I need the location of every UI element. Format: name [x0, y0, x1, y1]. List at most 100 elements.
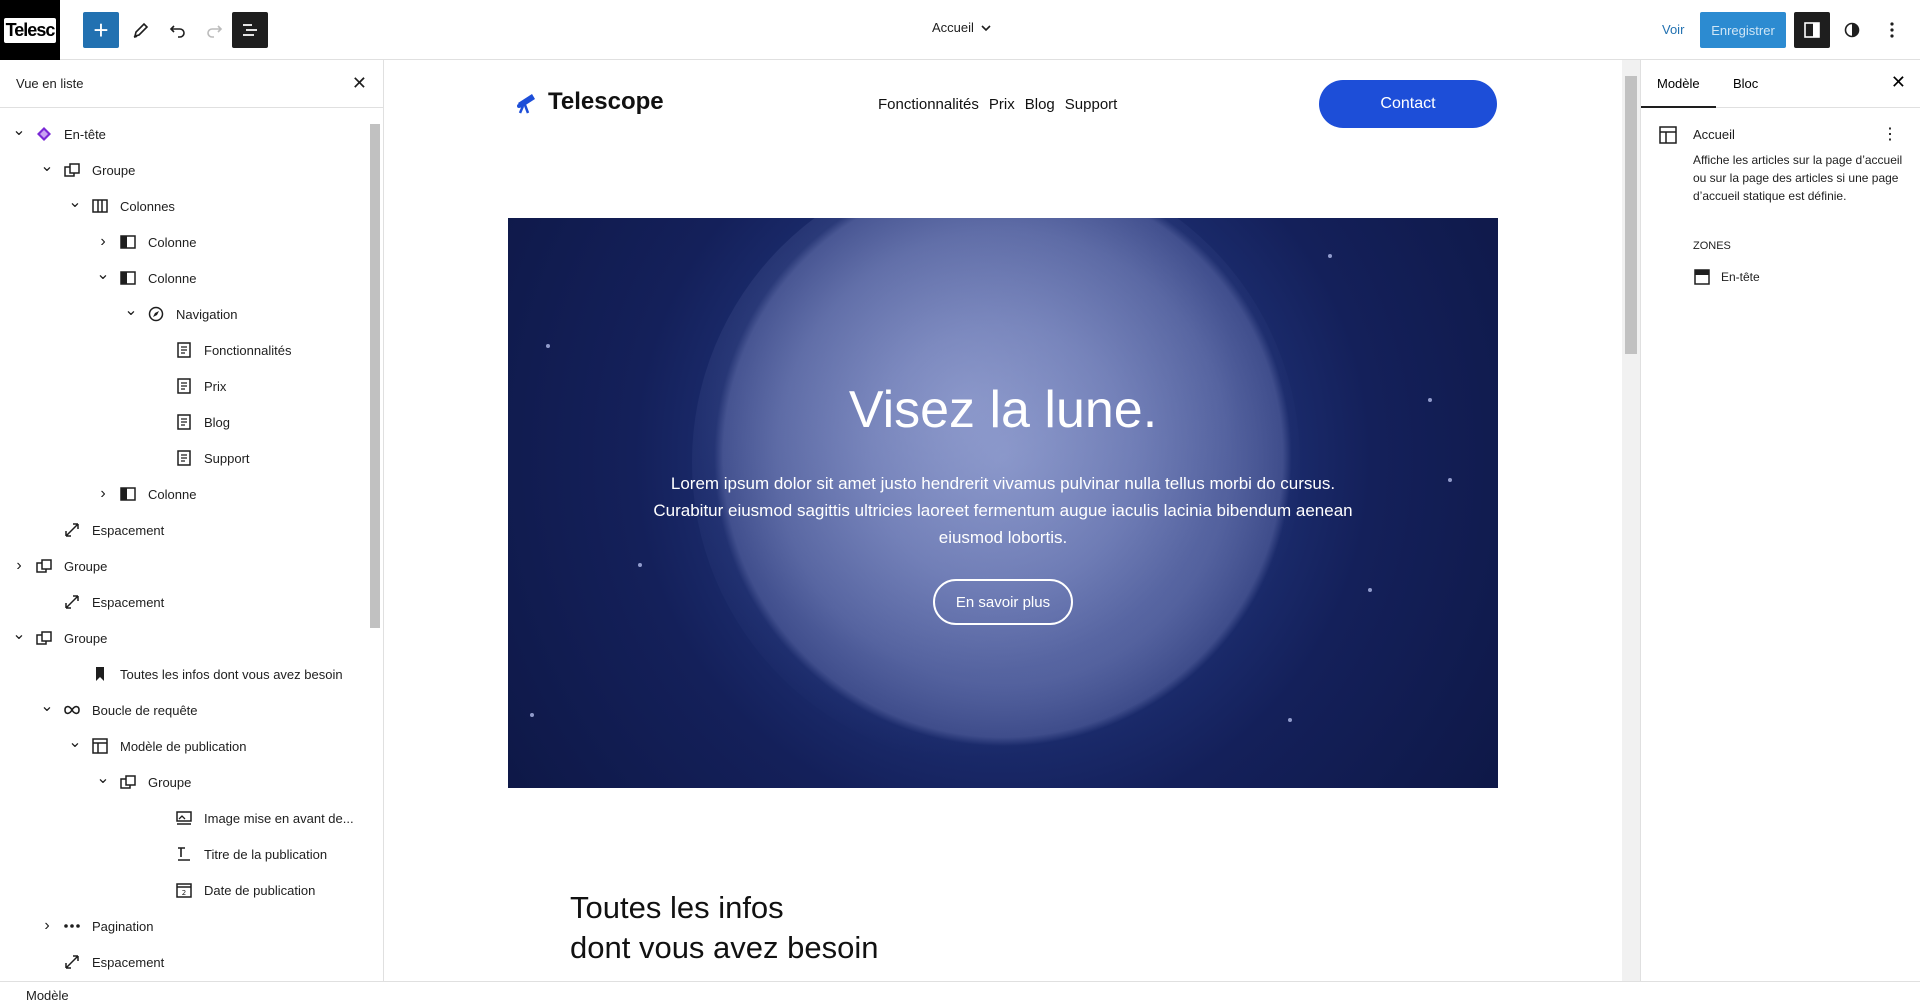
- add-block-button[interactable]: +: [83, 12, 119, 48]
- close-settings-button[interactable]: ✕: [1891, 72, 1906, 93]
- list-view-item[interactable]: ⌄ Colonnes: [0, 188, 368, 224]
- save-button[interactable]: Enregistrer: [1700, 12, 1786, 48]
- list-view-toggle[interactable]: [232, 12, 268, 48]
- list-view-item[interactable]: Toutes les infos dont vous avez besoin: [0, 656, 368, 692]
- post-title-icon: [174, 845, 194, 863]
- list-view-tree: ⌄ En-tête ⌄ Groupe ⌄ Colonnes › Colonne ⌄ Colonne…: [0, 116, 368, 980]
- more-vertical-icon: [1890, 22, 1894, 38]
- redo-button[interactable]: [196, 12, 232, 48]
- list-view-item[interactable]: ⌄ Boucle de requête: [0, 692, 368, 728]
- list-view-icon: [243, 24, 257, 36]
- edit-tool-button[interactable]: [123, 12, 159, 48]
- list-view-item[interactable]: › Colonne: [0, 476, 368, 512]
- settings-tabs: Modèle Bloc ✕: [1641, 60, 1920, 108]
- list-view-item[interactable]: Espacement: [0, 944, 368, 980]
- chevron-down-icon[interactable]: ⌄: [96, 264, 110, 284]
- chevron-right-icon[interactable]: ›: [96, 485, 110, 503]
- template-part-icon: [34, 125, 54, 143]
- template-actions-button[interactable]: ⋮: [1882, 124, 1898, 144]
- chevron-down-icon[interactable]: ⌄: [124, 300, 138, 320]
- post-template-icon: [90, 737, 110, 755]
- view-button[interactable]: Voir: [1662, 22, 1684, 37]
- list-view-title: Vue en liste: [16, 76, 84, 91]
- list-view-item[interactable]: ⌄ En-tête: [0, 116, 368, 152]
- contact-button[interactable]: Contact: [1319, 80, 1497, 128]
- list-view-item-label: Espacement: [92, 522, 165, 538]
- list-view-item[interactable]: › Groupe: [0, 548, 368, 584]
- nav-link-features[interactable]: Fonctionnalités: [878, 96, 979, 113]
- document-title-dropdown[interactable]: Accueil: [932, 20, 992, 35]
- list-view-item-label: Navigation: [176, 306, 238, 322]
- spacer-icon: [62, 953, 82, 971]
- list-view-item-label: Support: [204, 450, 250, 466]
- nav-link-support[interactable]: Support: [1065, 96, 1118, 113]
- list-view-item[interactable]: Support: [0, 440, 368, 476]
- list-view-item[interactable]: Espacement: [0, 512, 368, 548]
- list-view-item[interactable]: Blog: [0, 404, 368, 440]
- star: [1448, 478, 1452, 482]
- group-icon: [62, 161, 82, 179]
- tab-template[interactable]: Modèle: [1641, 76, 1716, 108]
- list-view-item[interactable]: 2 Date de publication: [0, 872, 368, 908]
- chevron-down-icon[interactable]: ⌄: [12, 120, 26, 140]
- telescope-logo-icon: [517, 94, 535, 114]
- options-button[interactable]: [1874, 12, 1910, 48]
- list-view-item[interactable]: Fonctionnalités: [0, 332, 368, 368]
- list-view-item[interactable]: Espacement: [0, 584, 368, 620]
- tab-block[interactable]: Bloc: [1733, 76, 1758, 91]
- hero-cover[interactable]: Visez la lune. Lorem ipsum dolor sit ame…: [508, 218, 1498, 788]
- list-view-item[interactable]: › Colonne: [0, 224, 368, 260]
- list-view-item[interactable]: ⌄ Navigation: [0, 296, 368, 332]
- site-brand[interactable]: Telescope: [514, 88, 664, 116]
- list-view-item-label: Colonne: [148, 234, 197, 250]
- nav-link-blog[interactable]: Blog: [1025, 96, 1055, 113]
- more-vertical-icon: ⋮: [1882, 126, 1898, 143]
- list-view-item[interactable]: ⌄ Groupe: [0, 620, 368, 656]
- featured-image-icon: [174, 809, 194, 827]
- close-icon: ✕: [351, 73, 367, 93]
- section-heading[interactable]: Toutes les infos dont vous avez besoin: [570, 888, 879, 968]
- list-view-item-label: Titre de la publication: [204, 846, 328, 862]
- list-view-item[interactable]: Prix: [0, 368, 368, 404]
- page-icon: [174, 449, 194, 467]
- close-list-view-button[interactable]: ✕: [352, 73, 367, 94]
- list-view-scroll-thumb[interactable]: [370, 124, 380, 628]
- star: [1368, 588, 1372, 592]
- styles-button[interactable]: [1834, 12, 1870, 48]
- site-logo-button[interactable]: Telesc: [0, 0, 60, 60]
- close-icon: ✕: [1890, 72, 1906, 92]
- editor-canvas[interactable]: Telescope Fonctionnalités Prix Blog Supp…: [384, 60, 1622, 981]
- chevron-down-icon[interactable]: ⌄: [68, 732, 82, 752]
- hero-paragraph[interactable]: Lorem ipsum dolor sit amet justo hendrer…: [638, 470, 1368, 551]
- list-view-item-label: Pagination: [92, 918, 154, 934]
- editor-toolbar: Telesc + Accueil Voir Enregistrer: [0, 0, 1920, 60]
- zone-item-header[interactable]: En-tête: [1693, 268, 1760, 286]
- learn-more-button[interactable]: En savoir plus: [933, 579, 1073, 625]
- list-view-item[interactable]: ⌄ Modèle de publication: [0, 728, 368, 764]
- chevron-down-icon[interactable]: ⌄: [96, 768, 110, 788]
- list-view-item[interactable]: Titre de la publication: [0, 836, 368, 872]
- chevron-right-icon[interactable]: ›: [96, 233, 110, 251]
- chevron-down-icon[interactable]: ⌄: [40, 696, 54, 716]
- list-view-item-label: Toutes les infos dont vous avez besoin: [120, 666, 343, 682]
- chevron-down-icon[interactable]: ⌄: [12, 624, 26, 644]
- list-view-item[interactable]: ⌄ Groupe: [0, 152, 368, 188]
- list-view-item-label: Colonne: [148, 486, 197, 502]
- list-view-item[interactable]: Image mise en avant de...: [0, 800, 368, 836]
- list-view-item-label: Groupe: [64, 630, 108, 646]
- canvas-scroll-thumb[interactable]: [1625, 76, 1637, 354]
- list-view-item-label: Espacement: [92, 954, 165, 970]
- star: [1328, 254, 1332, 258]
- chevron-down-icon[interactable]: ⌄: [68, 192, 82, 212]
- nav-link-pricing[interactable]: Prix: [989, 96, 1015, 113]
- breadcrumb[interactable]: Modèle: [26, 988, 69, 1003]
- list-view-item[interactable]: ⌄ Groupe: [0, 764, 368, 800]
- undo-button[interactable]: [160, 12, 196, 48]
- settings-toggle[interactable]: [1794, 12, 1830, 48]
- chevron-down-icon[interactable]: ⌄: [40, 156, 54, 176]
- hero-heading[interactable]: Visez la lune.: [508, 380, 1498, 440]
- list-view-item[interactable]: ⌄ Colonne: [0, 260, 368, 296]
- chevron-right-icon[interactable]: ›: [40, 917, 54, 935]
- chevron-right-icon[interactable]: ›: [12, 557, 26, 575]
- list-view-item[interactable]: › Pagination: [0, 908, 368, 944]
